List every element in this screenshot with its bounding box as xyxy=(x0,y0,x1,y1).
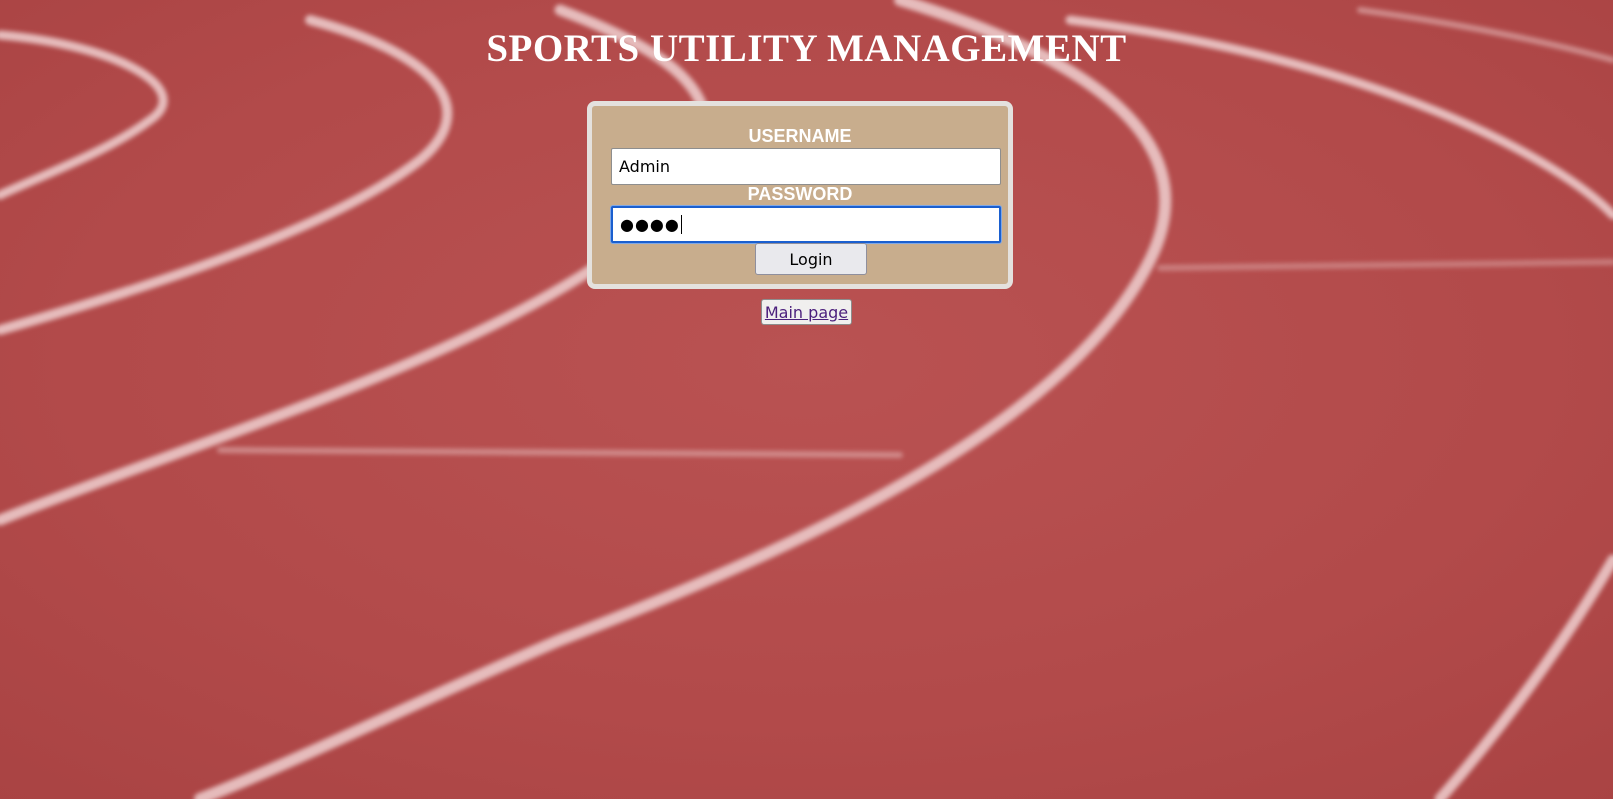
login-button[interactable]: Login xyxy=(755,243,867,275)
text-caret xyxy=(680,215,682,234)
password-masked-value: ●●●● xyxy=(620,215,680,234)
password-input[interactable]: ●●●● xyxy=(611,206,1001,243)
page-title: SPORTS UTILITY MANAGEMENT xyxy=(486,27,1127,70)
username-input[interactable]: Admin xyxy=(611,148,1001,185)
login-panel: USERNAME Admin PASSWORD ●●●● Login xyxy=(587,101,1013,289)
password-label: PASSWORD xyxy=(747,184,853,204)
username-label: USERNAME xyxy=(748,126,852,146)
main-page-link[interactable]: Main page xyxy=(765,303,848,322)
username-value: Admin xyxy=(619,157,670,176)
main-page-link-box: Main page xyxy=(761,299,852,325)
